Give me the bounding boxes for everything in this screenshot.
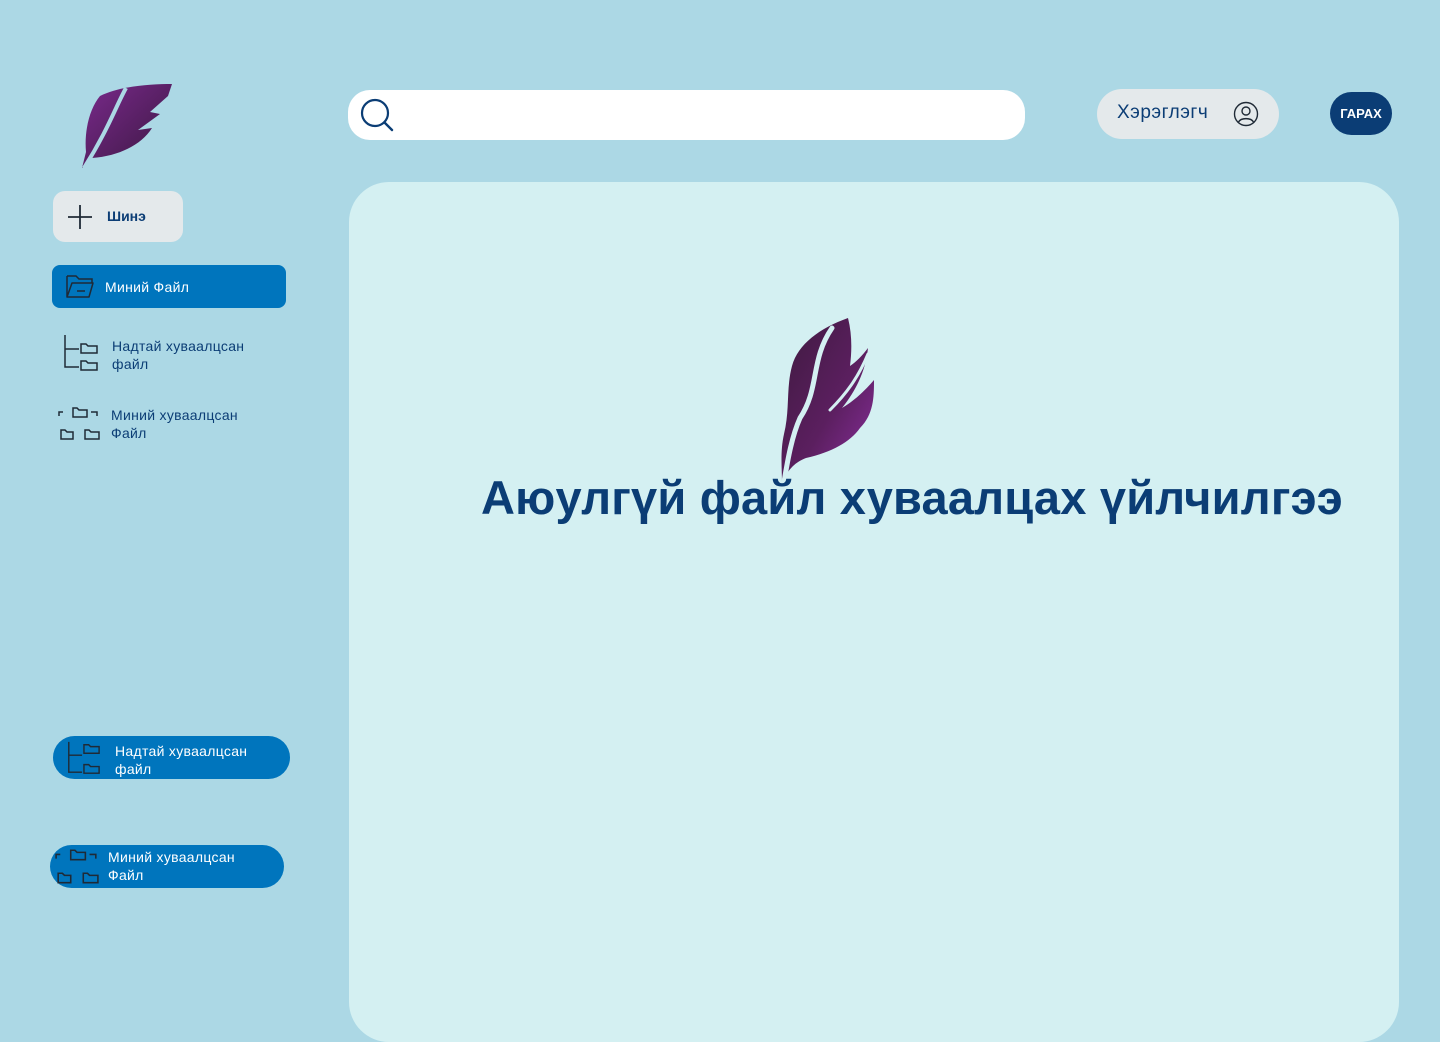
user-icon: [1233, 101, 1259, 127]
search-input[interactable]: [404, 98, 1008, 134]
search-icon[interactable]: [360, 98, 394, 132]
feather-logo-icon: [82, 84, 172, 170]
folder-network-icon: [55, 849, 99, 884]
sidebar-item-shared-with-me-active[interactable]: Надтай хуваалцсан файл: [53, 736, 290, 779]
feather-logo-icon: [781, 318, 874, 485]
sidebar-item-my-shared[interactable]: Миний хуваалцсан Файл: [55, 400, 285, 446]
hero-logo: [780, 318, 876, 485]
hero-title: Аюулгүй файл хуваалцах үйлчилгээ: [481, 471, 1343, 524]
plus-icon: [68, 205, 92, 229]
sidebar-item-shared-with-me[interactable]: Надтай хуваалцсан файл: [55, 330, 285, 376]
sidebar-item-label: Надтай хуваалцсан файл: [112, 338, 245, 372]
user-menu-button[interactable]: Хэрэглэгч: [1097, 89, 1279, 139]
main-content-panel: [349, 182, 1399, 1042]
sidebar-item-label: Миний хуваалцсан Файл: [111, 407, 238, 441]
new-button-label: Шинэ: [107, 208, 146, 224]
new-button[interactable]: Шинэ: [53, 191, 183, 242]
folder-tree-icon: [68, 741, 100, 774]
sidebar-item-label: Миний Файл: [105, 279, 190, 295]
folder-tree-icon: [64, 335, 98, 371]
user-label: Хэрэглэгч: [1117, 102, 1209, 123]
folder-open-icon: [66, 275, 94, 298]
app-logo[interactable]: [80, 82, 174, 170]
sidebar-item-my-shared-active[interactable]: Миний хуваалцсан Файл: [50, 845, 284, 888]
folder-network-icon: [58, 407, 100, 440]
sidebar-item-label: Миний хуваалцсан Файл: [108, 849, 235, 883]
search-bar[interactable]: [348, 90, 1025, 140]
logout-button[interactable]: ГАРАХ: [1330, 92, 1392, 135]
sidebar-item-my-files[interactable]: Миний Файл: [52, 265, 286, 308]
sidebar-item-label: Надтай хуваалцсан файл: [115, 743, 248, 777]
